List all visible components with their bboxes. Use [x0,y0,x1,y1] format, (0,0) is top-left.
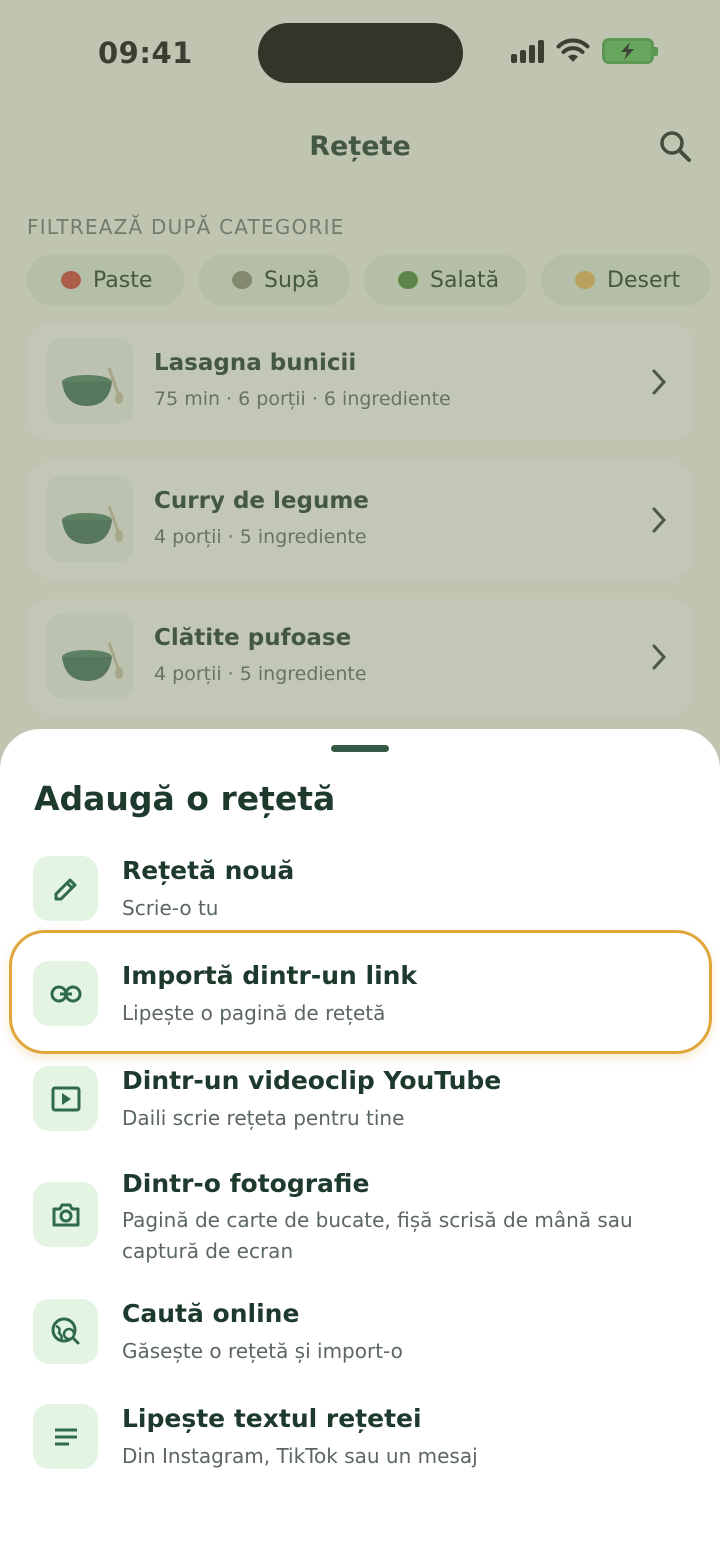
option-subtitle: Scrie-o tu [122,896,219,920]
option-photo[interactable]: Dintr-o fotografie Pagină de carte de bu… [0,1169,720,1269]
option-subtitle: Pagină de carte de bucate, fișă scrisă d… [122,1208,633,1263]
option-title: Rețetă nouă [122,856,295,885]
sheet-title: Adaugă o rețetă [34,779,336,818]
play-icon [33,1066,98,1131]
pencil-icon [33,856,98,921]
option-subtitle: Daili scrie rețeta pentru tine [122,1106,405,1130]
option-paste-text[interactable]: Lipește textul rețetei Din Instagram, Ti… [0,1404,720,1474]
text-lines-icon [33,1404,98,1469]
option-youtube[interactable]: Dintr-un videoclip YouTube Daili scrie r… [0,1066,720,1136]
globe-search-icon [33,1299,98,1364]
option-title: Dintr-un videoclip YouTube [122,1066,502,1095]
camera-icon [33,1182,98,1247]
option-new-recipe[interactable]: Rețetă nouă Scrie-o tu [0,856,720,926]
sheet-drag-handle[interactable] [331,745,389,752]
option-title: Caută online [122,1299,300,1328]
option-title: Dintr-o fotografie [122,1169,370,1198]
option-subtitle: Găsește o rețetă și import-o [122,1339,403,1363]
option-subtitle: Din Instagram, TikTok sau un mesaj [122,1444,478,1468]
option-title: Lipește textul rețetei [122,1404,422,1433]
highlight-ring [9,930,712,1054]
add-recipe-sheet: Adaugă o rețetă Rețetă nouă Scrie-o tu I… [0,729,720,1564]
option-search-online[interactable]: Caută online Găsește o rețetă și import-… [0,1299,720,1369]
